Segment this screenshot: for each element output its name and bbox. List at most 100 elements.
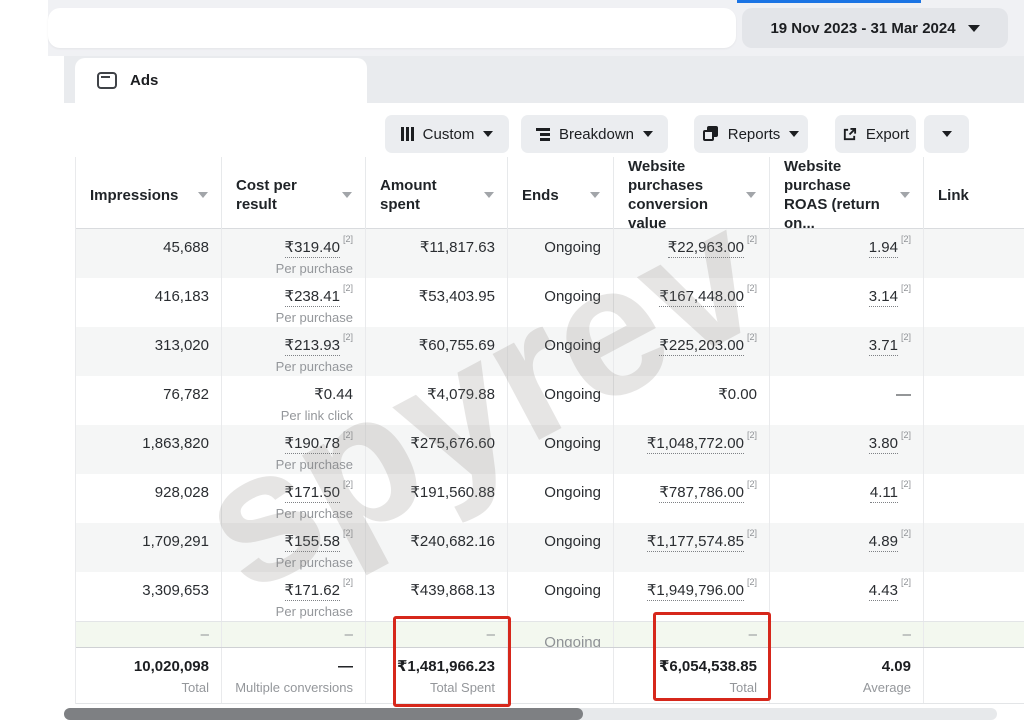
impressions-cell: 416,183 [76, 278, 222, 327]
more-options-button[interactable] [924, 115, 969, 153]
link-cell [924, 622, 1024, 647]
partial-summary-row: – – – Ongoing – – [76, 621, 1024, 647]
ends-cell: Ongoing [508, 523, 614, 572]
ends-cell: Ongoing [508, 327, 614, 376]
sort-caret-icon[interactable] [590, 192, 600, 198]
link-cell [924, 523, 1024, 572]
tab-ads[interactable]: Ads [75, 58, 367, 103]
roas-cell: — [770, 376, 924, 425]
amount-spent-cell: – [366, 622, 508, 647]
sort-caret-icon[interactable] [746, 192, 756, 198]
cost-total-cell: — Multiple conversions [222, 648, 366, 703]
cost-per-result-cell: ₹0.44Per link click [222, 376, 366, 425]
column-header-roas[interactable]: Website purchase ROAS (return on... [770, 157, 924, 233]
chevron-down-icon [942, 131, 952, 137]
toolbar: Custom Breakdown Reports Export [64, 103, 1024, 157]
amount-spent-cell: ₹60,755.69 [366, 327, 508, 376]
header-label: Website purchases conversion value [628, 157, 740, 233]
breakdown-button[interactable]: Breakdown [521, 115, 668, 153]
link-cell [924, 572, 1024, 621]
reports-button-label: Reports [728, 126, 781, 143]
amount-spent-cell: ₹275,676.60 [366, 425, 508, 474]
link-cell [924, 425, 1024, 474]
link-cell [924, 278, 1024, 327]
amount-spent-cell: ₹4,079.88 [366, 376, 508, 425]
ads-table: Impressions Cost per result Amount spent… [75, 157, 1024, 704]
sort-caret-icon[interactable] [198, 192, 208, 198]
table-row[interactable]: 1,863,820₹190.78[2]Per purchase₹275,676.… [76, 425, 1024, 474]
impressions-cell: 76,782 [76, 376, 222, 425]
amount-total-cell: ₹1,481,966.23 Total Spent [366, 648, 508, 703]
ends-cell: Ongoing [508, 474, 614, 523]
export-button[interactable]: Export [835, 115, 916, 153]
column-header-conversion-value[interactable]: Website purchases conversion value [614, 157, 770, 233]
sort-caret-icon[interactable] [342, 192, 352, 198]
chevron-down-icon [968, 25, 980, 32]
conversion-value-cell: ₹167,448.00[2] [614, 278, 770, 327]
amount-spent-cell: ₹439,868.13 [366, 572, 508, 621]
table-row[interactable]: 45,688₹319.40[2]Per purchase₹11,817.63On… [76, 229, 1024, 278]
chevron-down-icon [643, 131, 653, 137]
ends-cell: Ongoing [508, 572, 614, 621]
cost-per-result-cell: ₹238.41[2]Per purchase [222, 278, 366, 327]
impressions-total-cell: 10,020,098 Total [76, 648, 222, 703]
link-cell [924, 327, 1024, 376]
column-header-ends[interactable]: Ends [508, 157, 614, 233]
link-cell [924, 229, 1024, 278]
table-body: 45,688₹319.40[2]Per purchase₹11,817.63On… [76, 229, 1024, 621]
amount-spent-cell: ₹240,682.16 [366, 523, 508, 572]
sort-caret-icon[interactable] [900, 192, 910, 198]
table-row[interactable]: 313,020₹213.93[2]Per purchase₹60,755.69O… [76, 327, 1024, 376]
breakdown-button-label: Breakdown [559, 126, 634, 143]
cost-per-result-cell: ₹213.93[2]Per purchase [222, 327, 366, 376]
breakdown-icon [536, 128, 550, 141]
roas-cell: 4.43[2] [770, 572, 924, 621]
table-row[interactable]: 76,782₹0.44Per link click₹4,079.88Ongoin… [76, 376, 1024, 425]
cost-per-result-cell: ₹155.58[2]Per purchase [222, 523, 366, 572]
column-header-link[interactable]: Link [924, 157, 1024, 233]
totals-row: 10,020,098 Total — Multiple conversions … [76, 647, 1024, 704]
roas-cell: – [770, 622, 924, 647]
conversion-total-cell: ₹6,054,538.85 Total [614, 648, 770, 703]
impressions-cell: – [76, 622, 222, 647]
impressions-cell: 928,028 [76, 474, 222, 523]
amount-spent-cell: ₹191,560.88 [366, 474, 508, 523]
export-button-label: Export [866, 126, 909, 143]
header-label: Link [938, 186, 969, 205]
link-cell [924, 376, 1024, 425]
ends-cell: Ongoing [508, 622, 614, 647]
conversion-value-cell: ₹22,963.00[2] [614, 229, 770, 278]
custom-button-label: Custom [423, 126, 475, 143]
reports-button[interactable]: Reports [694, 115, 808, 153]
table-row[interactable]: 3,309,653₹171.62[2]Per purchase₹439,868.… [76, 572, 1024, 621]
date-range-picker[interactable]: 19 Nov 2023 - 31 Mar 2024 [742, 8, 1008, 48]
header-label: Website purchase ROAS (return on... [784, 157, 894, 233]
horizontal-scrollbar-thumb[interactable] [64, 708, 583, 720]
column-header-cost-per-result[interactable]: Cost per result [222, 157, 366, 233]
table-header-row: Impressions Cost per result Amount spent… [76, 157, 1024, 229]
active-button-edge [737, 0, 921, 3]
table-row[interactable]: 928,028₹171.50[2]Per purchase₹191,560.88… [76, 474, 1024, 523]
tab-ads-label: Ads [130, 72, 158, 89]
impressions-cell: 313,020 [76, 327, 222, 376]
table-row[interactable]: 416,183₹238.41[2]Per purchase₹53,403.95O… [76, 278, 1024, 327]
ends-cell: Ongoing [508, 376, 614, 425]
conversion-value-cell: ₹1,048,772.00[2] [614, 425, 770, 474]
roas-total-cell: 4.09 Average [770, 648, 924, 703]
roas-cell: 4.11[2] [770, 474, 924, 523]
ends-total-cell [508, 648, 614, 703]
conversion-value-cell: – [614, 622, 770, 647]
custom-columns-button[interactable]: Custom [385, 115, 509, 153]
column-header-amount-spent[interactable]: Amount spent [366, 157, 508, 233]
column-header-impressions[interactable]: Impressions [76, 157, 222, 233]
cost-per-result-cell: – [222, 622, 366, 647]
sort-caret-icon[interactable] [484, 192, 494, 198]
roas-cell: 3.71[2] [770, 327, 924, 376]
date-range-label: 19 Nov 2023 - 31 Mar 2024 [770, 20, 955, 37]
table-row[interactable]: 1,709,291₹155.58[2]Per purchase₹240,682.… [76, 523, 1024, 572]
ends-cell: Ongoing [508, 229, 614, 278]
header-label: Cost per result [236, 176, 336, 214]
cost-per-result-cell: ₹171.62[2]Per purchase [222, 572, 366, 621]
search-filter-bar[interactable] [48, 8, 736, 48]
cost-per-result-cell: ₹190.78[2]Per purchase [222, 425, 366, 474]
